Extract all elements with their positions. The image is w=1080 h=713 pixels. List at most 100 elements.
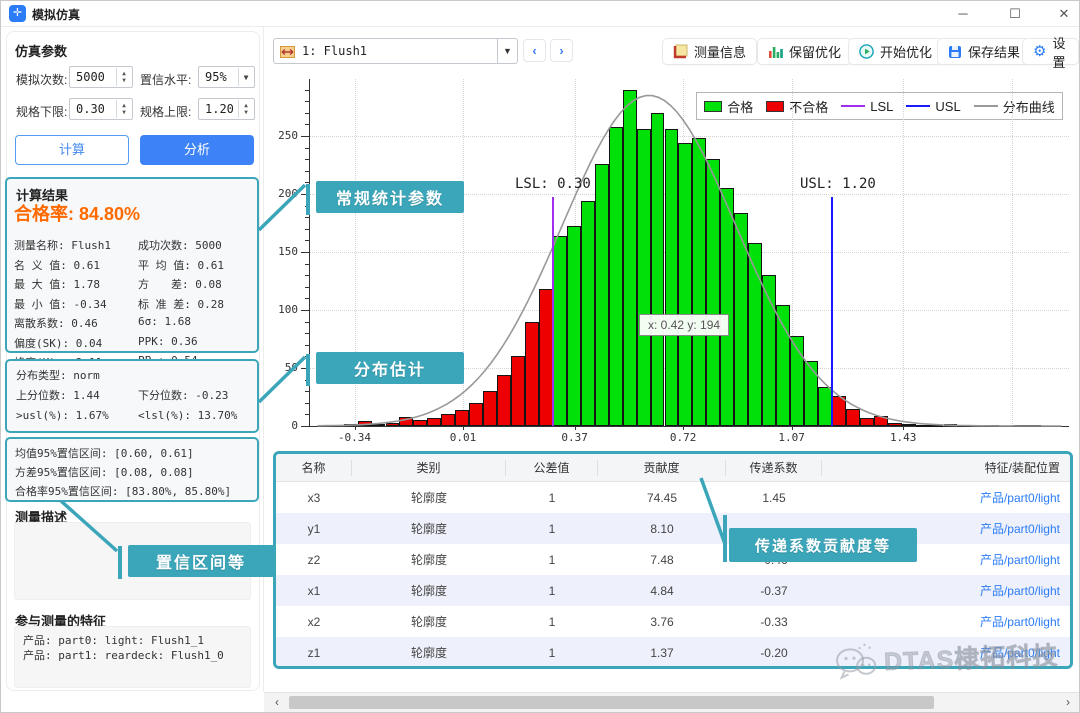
conf-level-select[interactable]: 95% ▼ [198, 66, 255, 88]
table-row[interactable]: y1轮廓度18.10产品/part0/light [276, 513, 1070, 544]
histogram-bar [413, 420, 427, 426]
spinner-arrows-icon[interactable]: ▲▼ [116, 100, 131, 118]
histogram-bar [469, 403, 483, 426]
spec-lower-label: 规格下限: [16, 103, 67, 120]
callout-stats: 常规统计参数 [316, 181, 464, 213]
sim-count-value: 5000 [76, 70, 105, 84]
conf-level-label: 置信水平: [140, 71, 191, 88]
table-cell: -0.33 [726, 615, 822, 629]
maximize-button[interactable]: ☐ [998, 1, 1032, 26]
calculate-button[interactable]: 计算 [15, 135, 129, 165]
table-body: x3轮廓度174.451.45产品/part0/lighty1轮廓度18.10产… [276, 482, 1070, 668]
table-header-row: 名称类别公差值贡献度传递系数特征/装配位置 [276, 454, 1070, 482]
spec-lower-input[interactable]: 0.30 ▲▼ [69, 98, 133, 120]
chart-legend: 合格不合格LSLUSL分布曲线 [696, 92, 1063, 120]
usl-label: USL: 1.20 [800, 176, 876, 192]
scroll-right-icon[interactable]: › [1057, 693, 1079, 712]
horizontal-scrollbar[interactable]: ‹ › [264, 692, 1080, 712]
measurement-info-button[interactable]: 测量信息 [662, 38, 757, 65]
minimize-button[interactable]: ─ [946, 1, 980, 26]
legend-swatch [766, 101, 784, 112]
start-optimization-button[interactable]: 开始优化 [848, 38, 943, 65]
y-tick [301, 310, 309, 311]
next-measurement-button[interactable]: › [550, 39, 573, 62]
spinner-arrows-icon[interactable]: ▲▼ [116, 68, 131, 86]
window-title: 模拟仿真 [32, 6, 80, 23]
scrollbar-thumb[interactable] [289, 696, 934, 709]
table-cell: x1 [276, 584, 352, 598]
analyze-button[interactable]: 分析 [140, 135, 254, 165]
legend-line [974, 105, 998, 107]
histogram-bar [678, 143, 692, 426]
features-area[interactable]: 产品: part0: light: Flush1_1产品: part1: rea… [14, 626, 251, 688]
histogram-bar [595, 164, 609, 426]
prev-measurement-button[interactable]: ‹ [523, 39, 546, 62]
histogram-bar [372, 424, 386, 426]
legend-item: 合格 [704, 97, 753, 116]
play-icon [859, 44, 874, 59]
table-row[interactable]: z1轮廓度11.37-0.20产品/part0/light [276, 637, 1070, 668]
histogram-bar [888, 423, 902, 426]
stat-line: 偏度(SK): 0.04 [14, 335, 138, 351]
feature-location-link[interactable]: 产品/part0/light [822, 489, 1070, 506]
x-gridline [903, 79, 904, 426]
legend-item: LSL [841, 99, 893, 114]
table-cell: 3.76 [598, 615, 726, 629]
x-tick-label: 0.72 [660, 431, 706, 444]
app-logo-icon: ✛ [9, 5, 26, 22]
sim-params-title: 仿真参数 [15, 41, 67, 60]
y-axis [309, 79, 310, 427]
table-header-cell: 贡献度 [598, 460, 726, 476]
stat-line: 离散系数: 0.46 [14, 315, 138, 331]
usl-line [831, 197, 834, 426]
y-tick-label: 50 [266, 361, 298, 374]
table-cell: y1 [276, 522, 352, 536]
keep-optimization-button[interactable]: 保留优化 [757, 38, 852, 65]
spinner-arrows-icon[interactable]: ▲▼ [238, 100, 253, 118]
legend-label: 合格 [727, 97, 753, 116]
feature-location-link[interactable]: 产品/part0/light [822, 644, 1070, 661]
histogram-bar [748, 243, 762, 426]
table-row[interactable]: x2轮廓度13.76-0.33产品/part0/light [276, 606, 1070, 637]
histogram-bar [665, 129, 679, 426]
table-row[interactable]: z2轮廓度17.48-0.46产品/part0/light [276, 544, 1070, 575]
histogram-bar [860, 418, 874, 426]
sim-count-label: 模拟次数: [16, 71, 67, 88]
stat-line: 6σ: 1.68 [138, 315, 254, 331]
histogram-bar [874, 416, 888, 426]
distribution-stats: 上分位数: 1.44下分位数: -0.23>usl(%): 1.67%<lsl(… [16, 387, 254, 422]
stat-line: 最 大 值: 1.78 [14, 276, 138, 292]
measurement-select[interactable]: 1: Flush1 ▼ [273, 38, 518, 64]
scroll-left-icon[interactable]: ‹ [266, 693, 288, 712]
stat-line: PPK: 0.36 [138, 335, 254, 351]
distribution-stat: <lsl(%): 13.70% [138, 409, 254, 422]
feature-location-link[interactable]: 产品/part0/light [822, 582, 1070, 599]
histogram-bar [957, 425, 971, 427]
distribution-type: 分布类型: norm [16, 367, 100, 383]
legend-label: LSL [870, 99, 893, 114]
close-button[interactable]: ✕ [1047, 1, 1080, 26]
table-row[interactable]: x3轮廓度174.451.45产品/part0/light [276, 482, 1070, 513]
settings-button[interactable]: ⚙ 设置 [1022, 38, 1079, 65]
sim-count-input[interactable]: 5000 ▲▼ [69, 66, 133, 88]
spec-upper-input[interactable]: 1.20 ▲▼ [198, 98, 255, 120]
y-tick-label: 100 [266, 303, 298, 316]
histogram-bar [846, 409, 860, 426]
histogram-bar [818, 387, 832, 426]
distribution-stat: >usl(%): 1.67% [16, 409, 138, 422]
legend-label: USL [935, 99, 960, 114]
histogram-bar [916, 425, 930, 427]
gear-icon: ⚙ [1033, 44, 1046, 59]
histogram-bar [832, 396, 846, 426]
spec-upper-value: 1.20 [205, 102, 234, 116]
table-row[interactable]: x1轮廓度14.84-0.37产品/part0/light [276, 575, 1070, 606]
table-header-cell: 类别 [352, 460, 506, 476]
table-cell: x3 [276, 491, 352, 505]
legend-label: 分布曲线 [1003, 97, 1055, 116]
feature-location-link[interactable]: 产品/part0/light [822, 613, 1070, 630]
histogram-bar [762, 275, 776, 426]
chevron-down-icon[interactable]: ▼ [497, 39, 517, 63]
save-results-button[interactable]: 保存结果 [937, 38, 1031, 65]
chevron-down-icon[interactable]: ▼ [238, 68, 253, 86]
table-cell: 1 [506, 522, 598, 536]
